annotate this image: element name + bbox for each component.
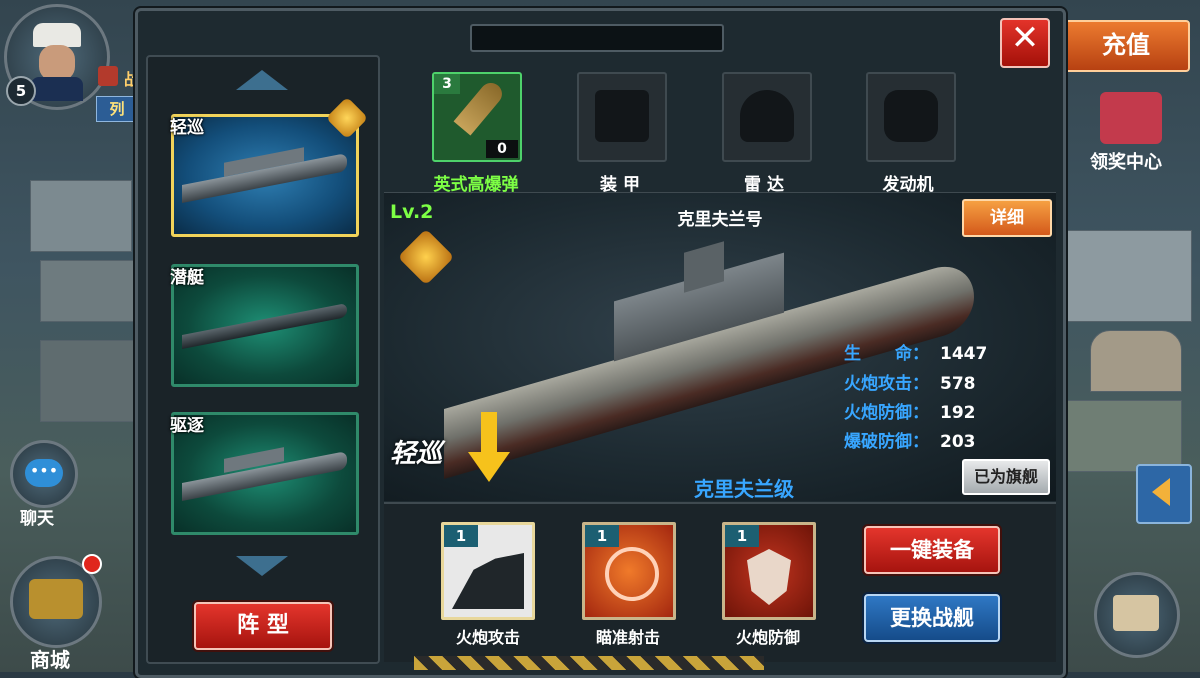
stat-label: 生 命：	[844, 344, 929, 364]
captain-face-icon	[39, 45, 75, 81]
chat-label: 聊天	[20, 509, 54, 529]
stat-blast-defense: 爆破防御： 203	[844, 427, 976, 452]
stat-value: 203	[940, 432, 976, 452]
submarine-hull	[182, 302, 347, 350]
skill-level: 1	[725, 525, 759, 547]
close-icon: ✕	[1010, 18, 1040, 58]
captain-hat-icon	[33, 23, 81, 47]
building	[30, 180, 132, 252]
detail-button[interactable]: 详细	[962, 199, 1052, 237]
stat-gun-attack: 火炮攻击： 578	[844, 369, 976, 394]
notification-dot	[82, 554, 102, 574]
ship-card-light-cruiser[interactable]: 轻巡	[170, 96, 369, 237]
list-label[interactable]: 列	[96, 96, 138, 122]
recharge-button[interactable]: 充值	[1062, 20, 1190, 72]
player-level-badge: 5	[6, 76, 36, 106]
skill-label: 火炮防御	[735, 628, 800, 647]
chat-button[interactable]: •••	[10, 440, 78, 508]
ship-class-tag: 驱逐	[170, 416, 204, 436]
equip-slot-radar[interactable]	[722, 72, 812, 162]
stat-value: 192	[940, 403, 976, 423]
ship-class-name: 克里夫兰级	[694, 477, 794, 501]
scroll-up-arrow[interactable]	[236, 70, 288, 90]
crosshair-icon	[605, 547, 659, 601]
ship-card-submarine[interactable]: 潜艇	[170, 264, 359, 387]
one-click-equip-button[interactable]: 一键装备	[864, 526, 1000, 574]
ship-card-destroyer[interactable]: 驱逐	[170, 412, 359, 535]
equip-quantity: 0	[486, 140, 518, 158]
skill-label: 瞄准射击	[595, 628, 660, 647]
engine-silhouette-icon	[884, 90, 938, 142]
chat-bubble-icon: •••	[25, 459, 63, 487]
skill-label: 火炮攻击	[455, 628, 520, 647]
left-arrow-icon	[1152, 478, 1170, 506]
building	[1090, 330, 1182, 392]
skill-level: 1	[585, 525, 619, 547]
ship-class-tag: 轻巡	[170, 118, 204, 138]
equip-slot-engine[interactable]	[866, 72, 956, 162]
stat-value: 578	[940, 374, 976, 394]
equip-slot-shell[interactable]: 3 0	[432, 72, 522, 162]
stat-label: 爆破防御：	[844, 432, 929, 452]
shield-icon	[747, 549, 791, 605]
tutorial-arrow-shaft	[481, 412, 497, 456]
side-expand-button[interactable]	[1136, 464, 1192, 524]
building	[1060, 400, 1182, 472]
armor-silhouette-icon	[595, 90, 649, 142]
scroll-down-arrow[interactable]	[236, 556, 288, 576]
cannon-icon	[452, 553, 524, 609]
stat-label: 火炮攻击：	[844, 374, 929, 394]
ship-class-tag: 潜艇	[170, 268, 204, 288]
ship-level: Lv.2	[390, 201, 434, 223]
hazard-stripe	[414, 656, 764, 670]
ship-rank-star-icon	[397, 228, 455, 286]
stat-label: 火炮防御：	[844, 403, 929, 423]
shop-chest-icon	[29, 579, 83, 619]
equip-slot-armor[interactable]	[577, 72, 667, 162]
panel-title-bar	[470, 24, 724, 52]
building	[40, 260, 137, 322]
map-button[interactable]	[1094, 572, 1180, 658]
shop-label: 商城	[30, 648, 70, 672]
equip-count: 3	[434, 74, 460, 94]
ship-type-tag: 轻巡	[390, 439, 443, 469]
skill-aimed-shot[interactable]: 1	[582, 522, 676, 620]
change-ship-button[interactable]: 更换战舰	[864, 594, 1000, 642]
radar-silhouette-icon	[740, 90, 794, 142]
skill-level: 1	[444, 525, 478, 547]
stat-value: 1447	[940, 344, 988, 364]
building	[40, 340, 137, 422]
skill-gun-attack[interactable]: 1	[441, 522, 535, 620]
gift-box-icon[interactable]	[1100, 92, 1162, 144]
rank-icon	[98, 66, 118, 86]
map-icon	[1113, 595, 1159, 631]
skill-gun-defense[interactable]: 1	[722, 522, 816, 620]
close-button[interactable]: ✕	[1000, 18, 1050, 68]
shell-icon	[453, 78, 507, 136]
flagship-button[interactable]: 已为旗舰	[962, 459, 1050, 495]
formation-button[interactable]: 阵 型	[194, 602, 332, 650]
reward-center-label: 领奖中心	[1090, 152, 1162, 173]
stat-hp: 生 命： 1447	[844, 339, 987, 364]
ship-name: 克里夫兰号	[677, 210, 763, 230]
captain-uniform-icon	[31, 77, 83, 101]
stat-gun-defense: 火炮防御： 192	[844, 398, 976, 423]
building	[1060, 230, 1192, 322]
tutorial-arrow-down-icon	[468, 452, 510, 482]
